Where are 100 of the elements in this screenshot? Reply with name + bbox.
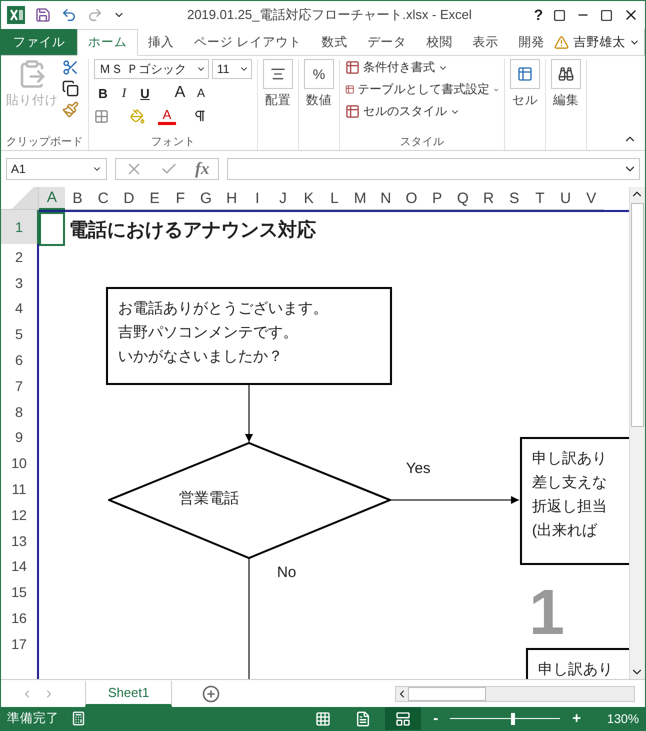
process-box: 申し訳あり [526, 648, 629, 679]
column-header[interactable]: N [372, 187, 399, 210]
font-size-field[interactable]: 11 [212, 59, 252, 79]
column-header[interactable]: O [398, 187, 424, 210]
ribbon-tab[interactable]: ファイル [1, 29, 77, 55]
name-box[interactable]: A1 [6, 158, 107, 180]
add-sheet-icon[interactable] [202, 684, 220, 702]
binoculars-icon [558, 66, 574, 82]
column-header[interactable]: T [527, 187, 553, 210]
row-header[interactable]: 13 [1, 528, 37, 554]
row-header[interactable]: 8 [1, 398, 37, 425]
ribbon-tab[interactable]: 挿入 [138, 29, 184, 55]
group-label: スタイル [399, 135, 445, 150]
app-logo-icon [7, 6, 25, 24]
ribbon-tab[interactable]: 数式 [311, 29, 358, 55]
row-header[interactable]: 5 [1, 321, 37, 348]
row-header[interactable]: 6 [1, 347, 37, 373]
font-color-button[interactable]: A [158, 107, 176, 125]
horizontal-scrollbar[interactable] [395, 686, 635, 702]
column-header[interactable]: I [244, 187, 270, 210]
column-header[interactable]: G [193, 187, 219, 210]
grow-font-button[interactable]: A [171, 84, 189, 102]
row-header[interactable]: 12 [1, 502, 37, 528]
ribbon-tab[interactable]: 表示 [462, 29, 508, 55]
view-mode-button[interactable] [385, 707, 422, 730]
copy-icon[interactable] [62, 80, 79, 97]
align-center-icon [270, 66, 286, 82]
selected-cell[interactable] [39, 212, 65, 246]
cut-icon[interactable] [62, 59, 79, 76]
column-header[interactable]: L [322, 187, 348, 210]
normal-view-icon [315, 710, 332, 726]
group-label: フォント [150, 135, 196, 150]
row-header[interactable]: 3 [1, 270, 37, 296]
table-icon [517, 66, 533, 82]
edge-label: No [277, 564, 296, 581]
underline-button[interactable]: U [136, 86, 154, 100]
column-header[interactable]: C [90, 187, 116, 210]
column-header[interactable]: U [552, 187, 578, 210]
row-header[interactable]: 4 [1, 296, 37, 322]
row-header[interactable]: 10 [1, 450, 37, 476]
zoom-in-button[interactable]: + [572, 710, 582, 727]
column-header[interactable]: V [578, 187, 604, 210]
column-header[interactable]: A [39, 187, 65, 210]
save-icon[interactable] [35, 7, 51, 23]
table-icon [345, 60, 360, 75]
edge-label: Yes [406, 460, 430, 477]
column-header[interactable]: H [218, 187, 244, 210]
insert-function-button[interactable]: fx [195, 159, 210, 179]
row-header[interactable]: 1 [1, 210, 39, 244]
help-button[interactable]: ? [534, 6, 543, 24]
page-break-icon [395, 710, 412, 726]
borders-icon[interactable] [94, 108, 109, 124]
ribbon-tab[interactable]: 校閲 [416, 29, 462, 55]
vertical-scrollbar[interactable] [629, 187, 645, 679]
column-header[interactable]: Q [450, 187, 476, 210]
column-header[interactable]: F [167, 187, 194, 210]
decision-text: 営業電話 [179, 489, 239, 508]
row-header[interactable]: 2 [1, 244, 37, 270]
group-label: クリップボード [6, 134, 83, 150]
ribbon-tab[interactable]: ホーム [77, 29, 138, 56]
sheet-tab[interactable]: Sheet1 [85, 680, 172, 706]
ribbon-tab[interactable]: ページ レイアウト [184, 29, 312, 55]
style-menu-button[interactable]: セルのスタイル [345, 103, 499, 120]
connector-arrow [245, 384, 253, 442]
table-icon [345, 104, 360, 119]
zoom-out-button[interactable]: - [433, 710, 438, 727]
row-header[interactable]: 16 [1, 605, 37, 631]
column-header[interactable]: B [64, 187, 90, 210]
maximize-icon[interactable] [600, 8, 613, 22]
column-header[interactable]: D [116, 187, 142, 210]
column-header[interactable]: M [347, 187, 373, 210]
row-header[interactable]: 9 [1, 424, 37, 450]
formula-field[interactable] [227, 158, 640, 180]
column-header[interactable]: J [270, 187, 296, 210]
shrink-font-button[interactable]: A [192, 86, 210, 100]
row-header[interactable]: 17 [1, 630, 37, 657]
undo-icon[interactable] [61, 7, 77, 23]
column-header[interactable]: P [424, 187, 450, 210]
style-menu-button[interactable]: テーブルとして書式設定 [345, 81, 499, 98]
column-header[interactable]: E [142, 187, 168, 210]
page-layout-icon [355, 710, 372, 726]
user-name[interactable]: 吉野雄太 [573, 34, 626, 50]
column-header[interactable]: R [476, 187, 502, 210]
fill-color-icon[interactable] [130, 108, 145, 124]
row-header[interactable]: 11 [1, 476, 37, 502]
process-box: 申し訳あり 差し支えな 折返し担当 (出来れば [520, 437, 629, 565]
italic-button[interactable]: I [115, 85, 133, 101]
font-name-field[interactable]: ＭＳ Ｐゴシック [94, 59, 209, 79]
row-header[interactable]: 14 [1, 554, 37, 580]
row-header[interactable]: 7 [1, 372, 37, 399]
ribbon-tab[interactable]: データ [357, 29, 416, 55]
column-header[interactable]: S [501, 187, 528, 210]
style-menu-button[interactable]: 条件付き書式 [345, 59, 499, 76]
column-header[interactable]: K [296, 187, 322, 210]
ribbon-tab[interactable]: 開発 [508, 29, 554, 55]
warning-icon [554, 34, 570, 50]
zoom-thumb[interactable] [510, 712, 515, 724]
zoom-level: 130% [607, 712, 639, 726]
bold-button[interactable]: B [94, 86, 112, 100]
row-header[interactable]: 15 [1, 579, 37, 606]
